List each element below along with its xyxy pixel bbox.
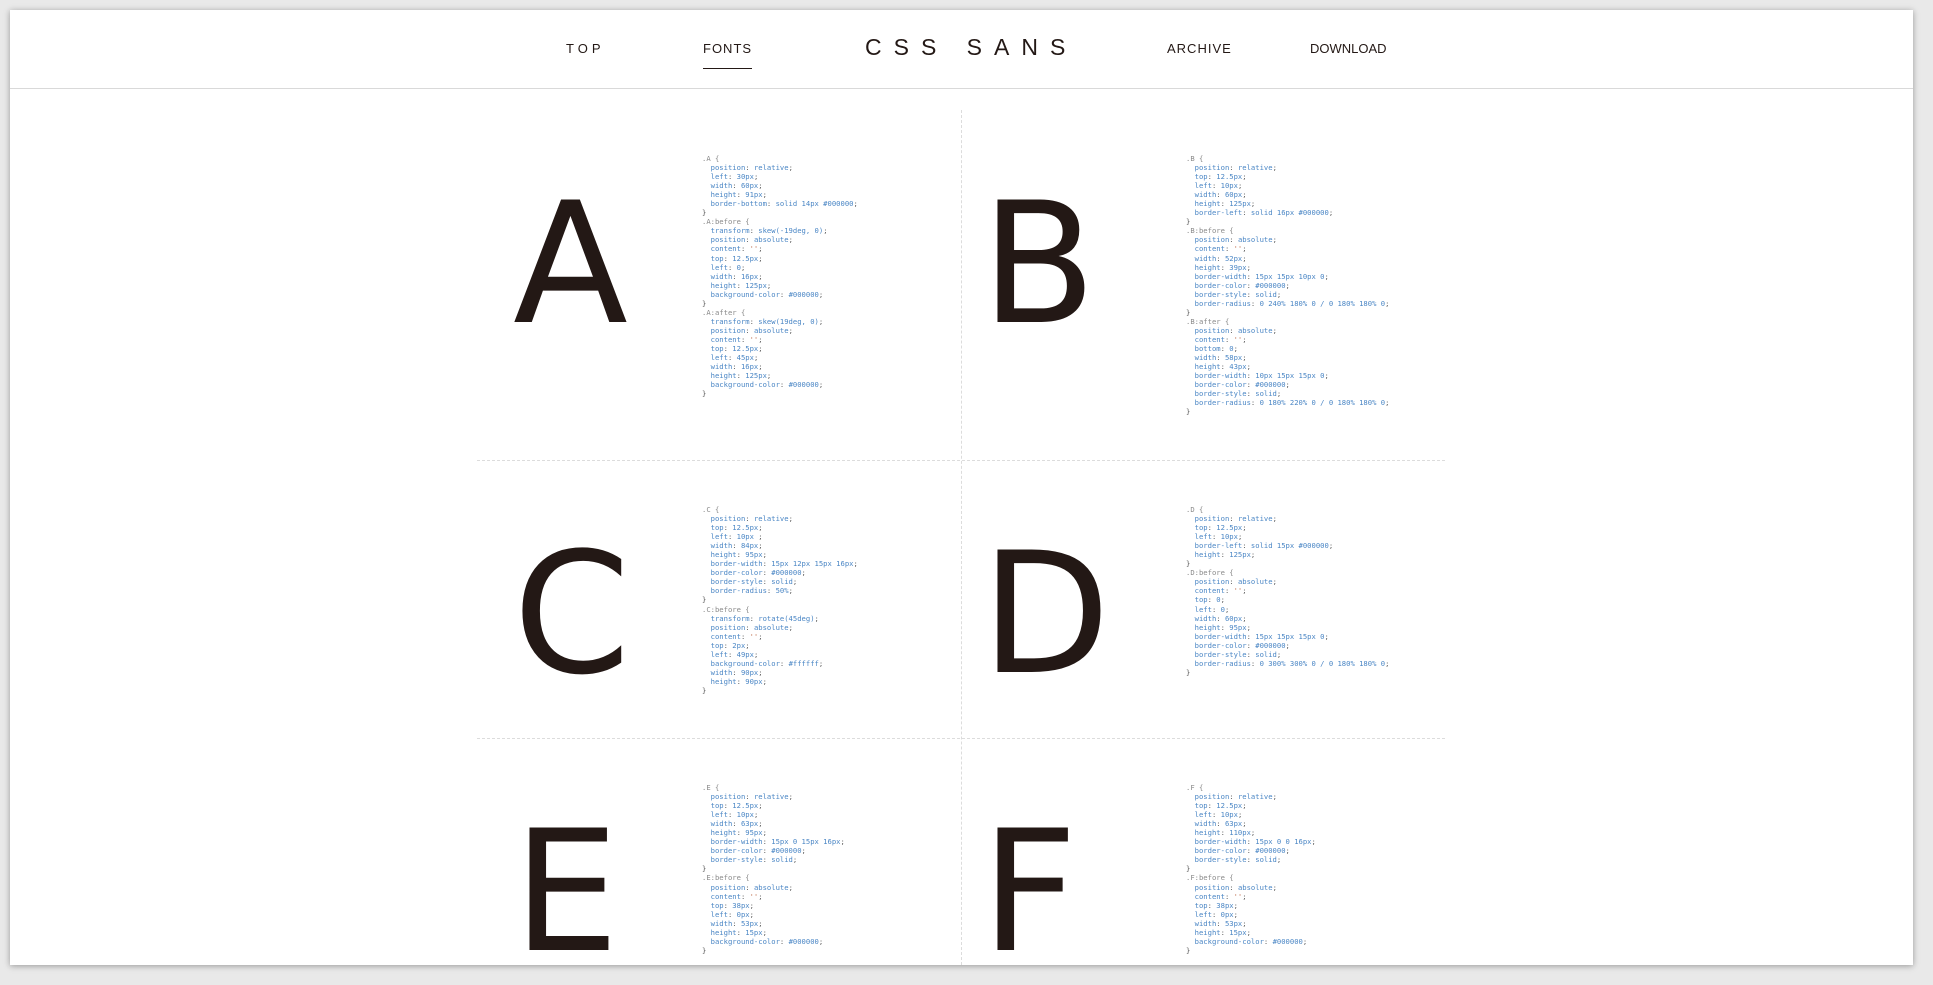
glyph-code-f: .F { position: relative; top: 12.5px; le… [1186,783,1316,955]
glyph-letter-f: F [981,794,1078,965]
glyph-card-b: B .B { position: relative; top: 12.5px; … [961,110,1445,460]
glyph-card-d: D .D { position: relative; top: 12.5px; … [961,460,1445,738]
glyph-code-a: .A { position: relative; left: 30px; wid… [702,154,858,399]
font-glyph-grid: A .A { position: relative; left: 30px; w… [477,110,1445,965]
glyph-card-c: C .C { position: relative; top: 12.5px; … [477,460,961,738]
top-navigation: TOP FONTS CSS SANS ARCHIVE DOWNLOAD [10,10,1913,89]
glyph-letter-d: D [981,516,1111,712]
glyph-letter-b: B [981,166,1097,362]
glyph-card-a: A .A { position: relative; left: 30px; w… [477,110,961,460]
glyph-letter-a: A [513,166,628,362]
glyph-letter-c: C [513,516,631,712]
glyph-letter-e: E [513,794,620,965]
glyph-code-b: .B { position: relative; top: 12.5px; le… [1186,154,1390,417]
nav-archive-link[interactable]: ARCHIVE [1167,41,1232,56]
glyph-card-e: E .E { position: relative; top: 12.5px; … [477,738,961,965]
browser-page: TOP FONTS CSS SANS ARCHIVE DOWNLOAD A .A… [10,10,1913,965]
glyph-code-e: .E { position: relative; top: 12.5px; le… [702,783,845,955]
glyph-code-d: .D { position: relative; top: 12.5px; le… [1186,505,1390,677]
nav-top-link[interactable]: TOP [566,41,605,56]
glyph-card-f: F .F { position: relative; top: 12.5px; … [961,738,1445,965]
nav-fonts-link[interactable]: FONTS [703,41,753,69]
nav-download-link[interactable]: DOWNLOAD [1310,41,1387,56]
site-title[interactable]: CSS SANS [865,34,1077,61]
glyph-code-c: .C { position: relative; top: 12.5px; le… [702,505,858,695]
